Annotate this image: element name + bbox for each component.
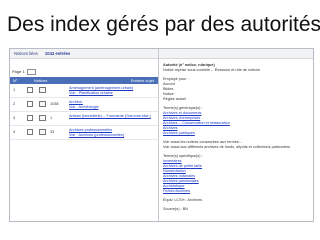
entry-count: 1043 entrées: [44, 51, 71, 56]
row-checkbox[interactable]: [27, 115, 33, 121]
used-for-list: Accord Bibles Notice Règles actuel: [159, 82, 313, 102]
record-icon[interactable]: [39, 129, 46, 135]
catalog-screenshot: Notices liées 1043 entrées Page 1 N° Not…: [9, 48, 314, 222]
authority-toolbar: [159, 49, 313, 59]
see-link[interactable]: Voir : Archéologie: [69, 105, 99, 109]
row-count: 33: [50, 130, 55, 134]
authority-record-panel: Autorité (n° notice, rubrique) Notice re…: [159, 49, 313, 221]
see-link[interactable]: Voir : Planification urbaine: [69, 91, 113, 95]
subject-link[interactable]: Aménagement (aménagement urbain): [69, 86, 133, 90]
narrower-terms-list: Inventaires Archives de petite taille Numé…: [159, 159, 313, 194]
linked-records-tabbar: Notices liées 1043 entrées: [10, 49, 158, 59]
column-header-records: Notices: [34, 78, 48, 83]
linked-records-panel: Notices liées 1043 entrées Page 1 N° Not…: [10, 49, 159, 221]
row-number: 4: [13, 130, 16, 134]
sources: Source(s) : BN: [163, 207, 188, 211]
broader-terms-list: Archives et documents Archives d'entrepri…: [159, 111, 313, 136]
table-row[interactable]: 3 1 Artisan (tonnellerie) -- Fourcarde (Ga…: [10, 112, 158, 126]
pager: Page 1: [10, 69, 158, 75]
row-checkbox[interactable]: [27, 87, 33, 93]
page-label: Page 1: [12, 69, 25, 75]
row-count: 1038: [50, 102, 59, 106]
record-icon[interactable]: [39, 115, 46, 121]
record-icon[interactable]: [39, 87, 46, 93]
subject-link[interactable]: Archéol.: [69, 100, 83, 104]
row-number: 3: [13, 116, 16, 120]
record-icon[interactable]: [39, 101, 46, 107]
column-header-number: N°: [13, 78, 18, 83]
table-row[interactable]: 1 Aménagement (aménagement urbain) Voir : …: [10, 84, 158, 98]
subject-link[interactable]: Artisan (tonnellerie) -- Fourcarde (Garo…: [69, 114, 151, 118]
row-checkbox[interactable]: [27, 129, 33, 135]
column-header-subject-entries: Entrées sujet: [130, 78, 154, 83]
tab-linked-records[interactable]: Notices liées: [14, 51, 38, 56]
table-header: N° Notices Entrées sujet: [10, 77, 158, 84]
results-table: 1 Aménagement (aménagement urbain) Voir : …: [10, 84, 158, 140]
table-row[interactable]: 2 1038 Archéol. Voir : Archéologie: [10, 98, 158, 112]
row-checkbox[interactable]: [27, 101, 33, 107]
page-select[interactable]: [26, 69, 36, 75]
row-number: 2: [13, 102, 16, 106]
subject-link[interactable]: Archives professionnelles: [69, 128, 112, 132]
row-number: 1: [13, 88, 16, 92]
scope-note-2: Voir aussi aux différents archives de fo…: [163, 145, 290, 149]
row-count: 1: [50, 116, 53, 120]
slide-title: Des index gérés par des autorités: [7, 13, 320, 36]
see-link[interactable]: Voir : Archives (professionnelles): [69, 133, 124, 137]
table-row[interactable]: 4 33 Archives professionnelles Voir : Archi…: [10, 126, 158, 140]
